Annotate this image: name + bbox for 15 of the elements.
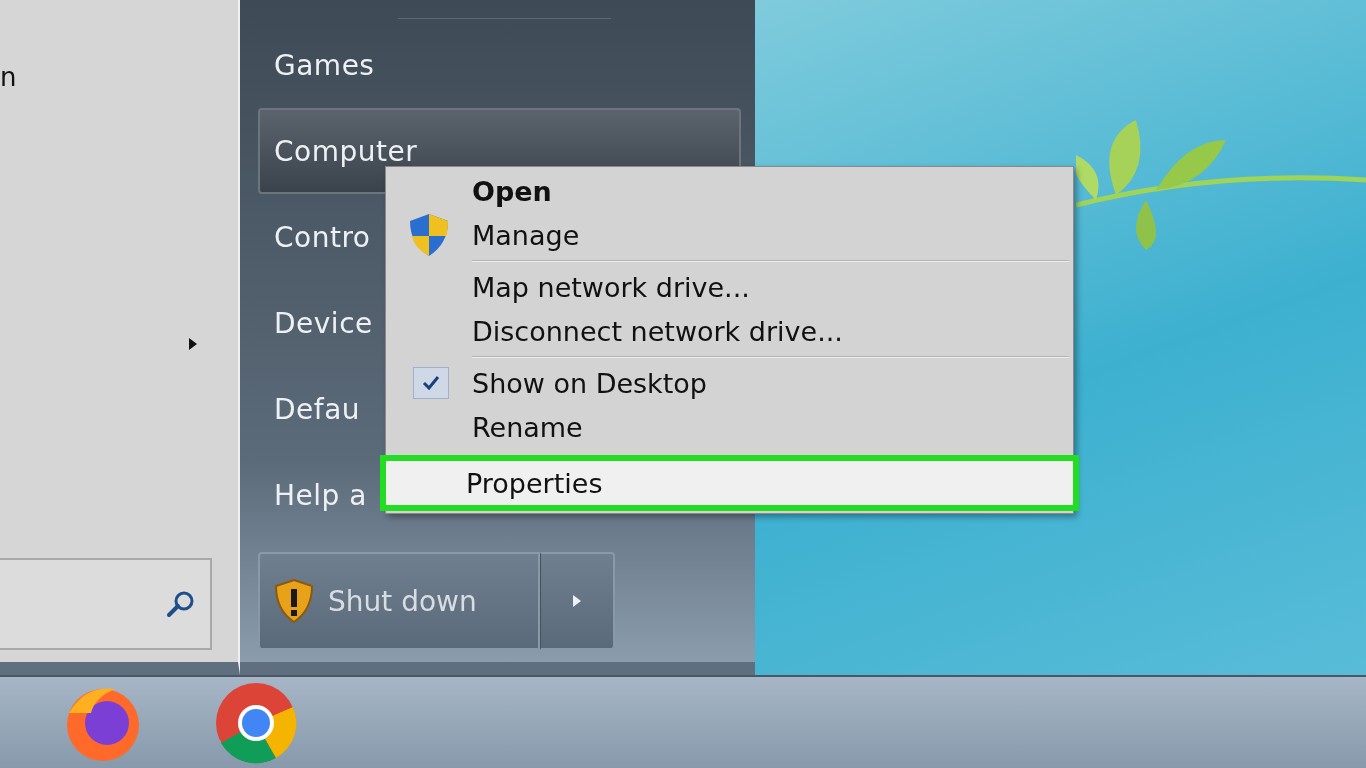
search-icon (166, 590, 196, 618)
context-menu-item[interactable]: Manage (386, 213, 1073, 257)
context-menu-item[interactable]: Map network drive... (386, 265, 1073, 309)
context-menu-item[interactable]: Rename (386, 405, 1073, 449)
shut-down-button[interactable]: Shut down (258, 552, 540, 650)
context-menu-item[interactable]: Properties (380, 455, 1079, 511)
submenu-arrow-icon (189, 338, 197, 350)
start-menu-item[interactable]: Games (258, 22, 741, 108)
warning-shield-icon (272, 578, 316, 624)
context-menu-item[interactable]: Disconnect network drive... (386, 309, 1073, 353)
shut-down-options-button[interactable] (540, 552, 615, 650)
arrow-icon (572, 594, 582, 608)
search-field[interactable] (0, 558, 212, 650)
program-label[interactable]: n (0, 62, 17, 92)
context-menu-item[interactable]: Show on Desktop (386, 361, 1073, 405)
